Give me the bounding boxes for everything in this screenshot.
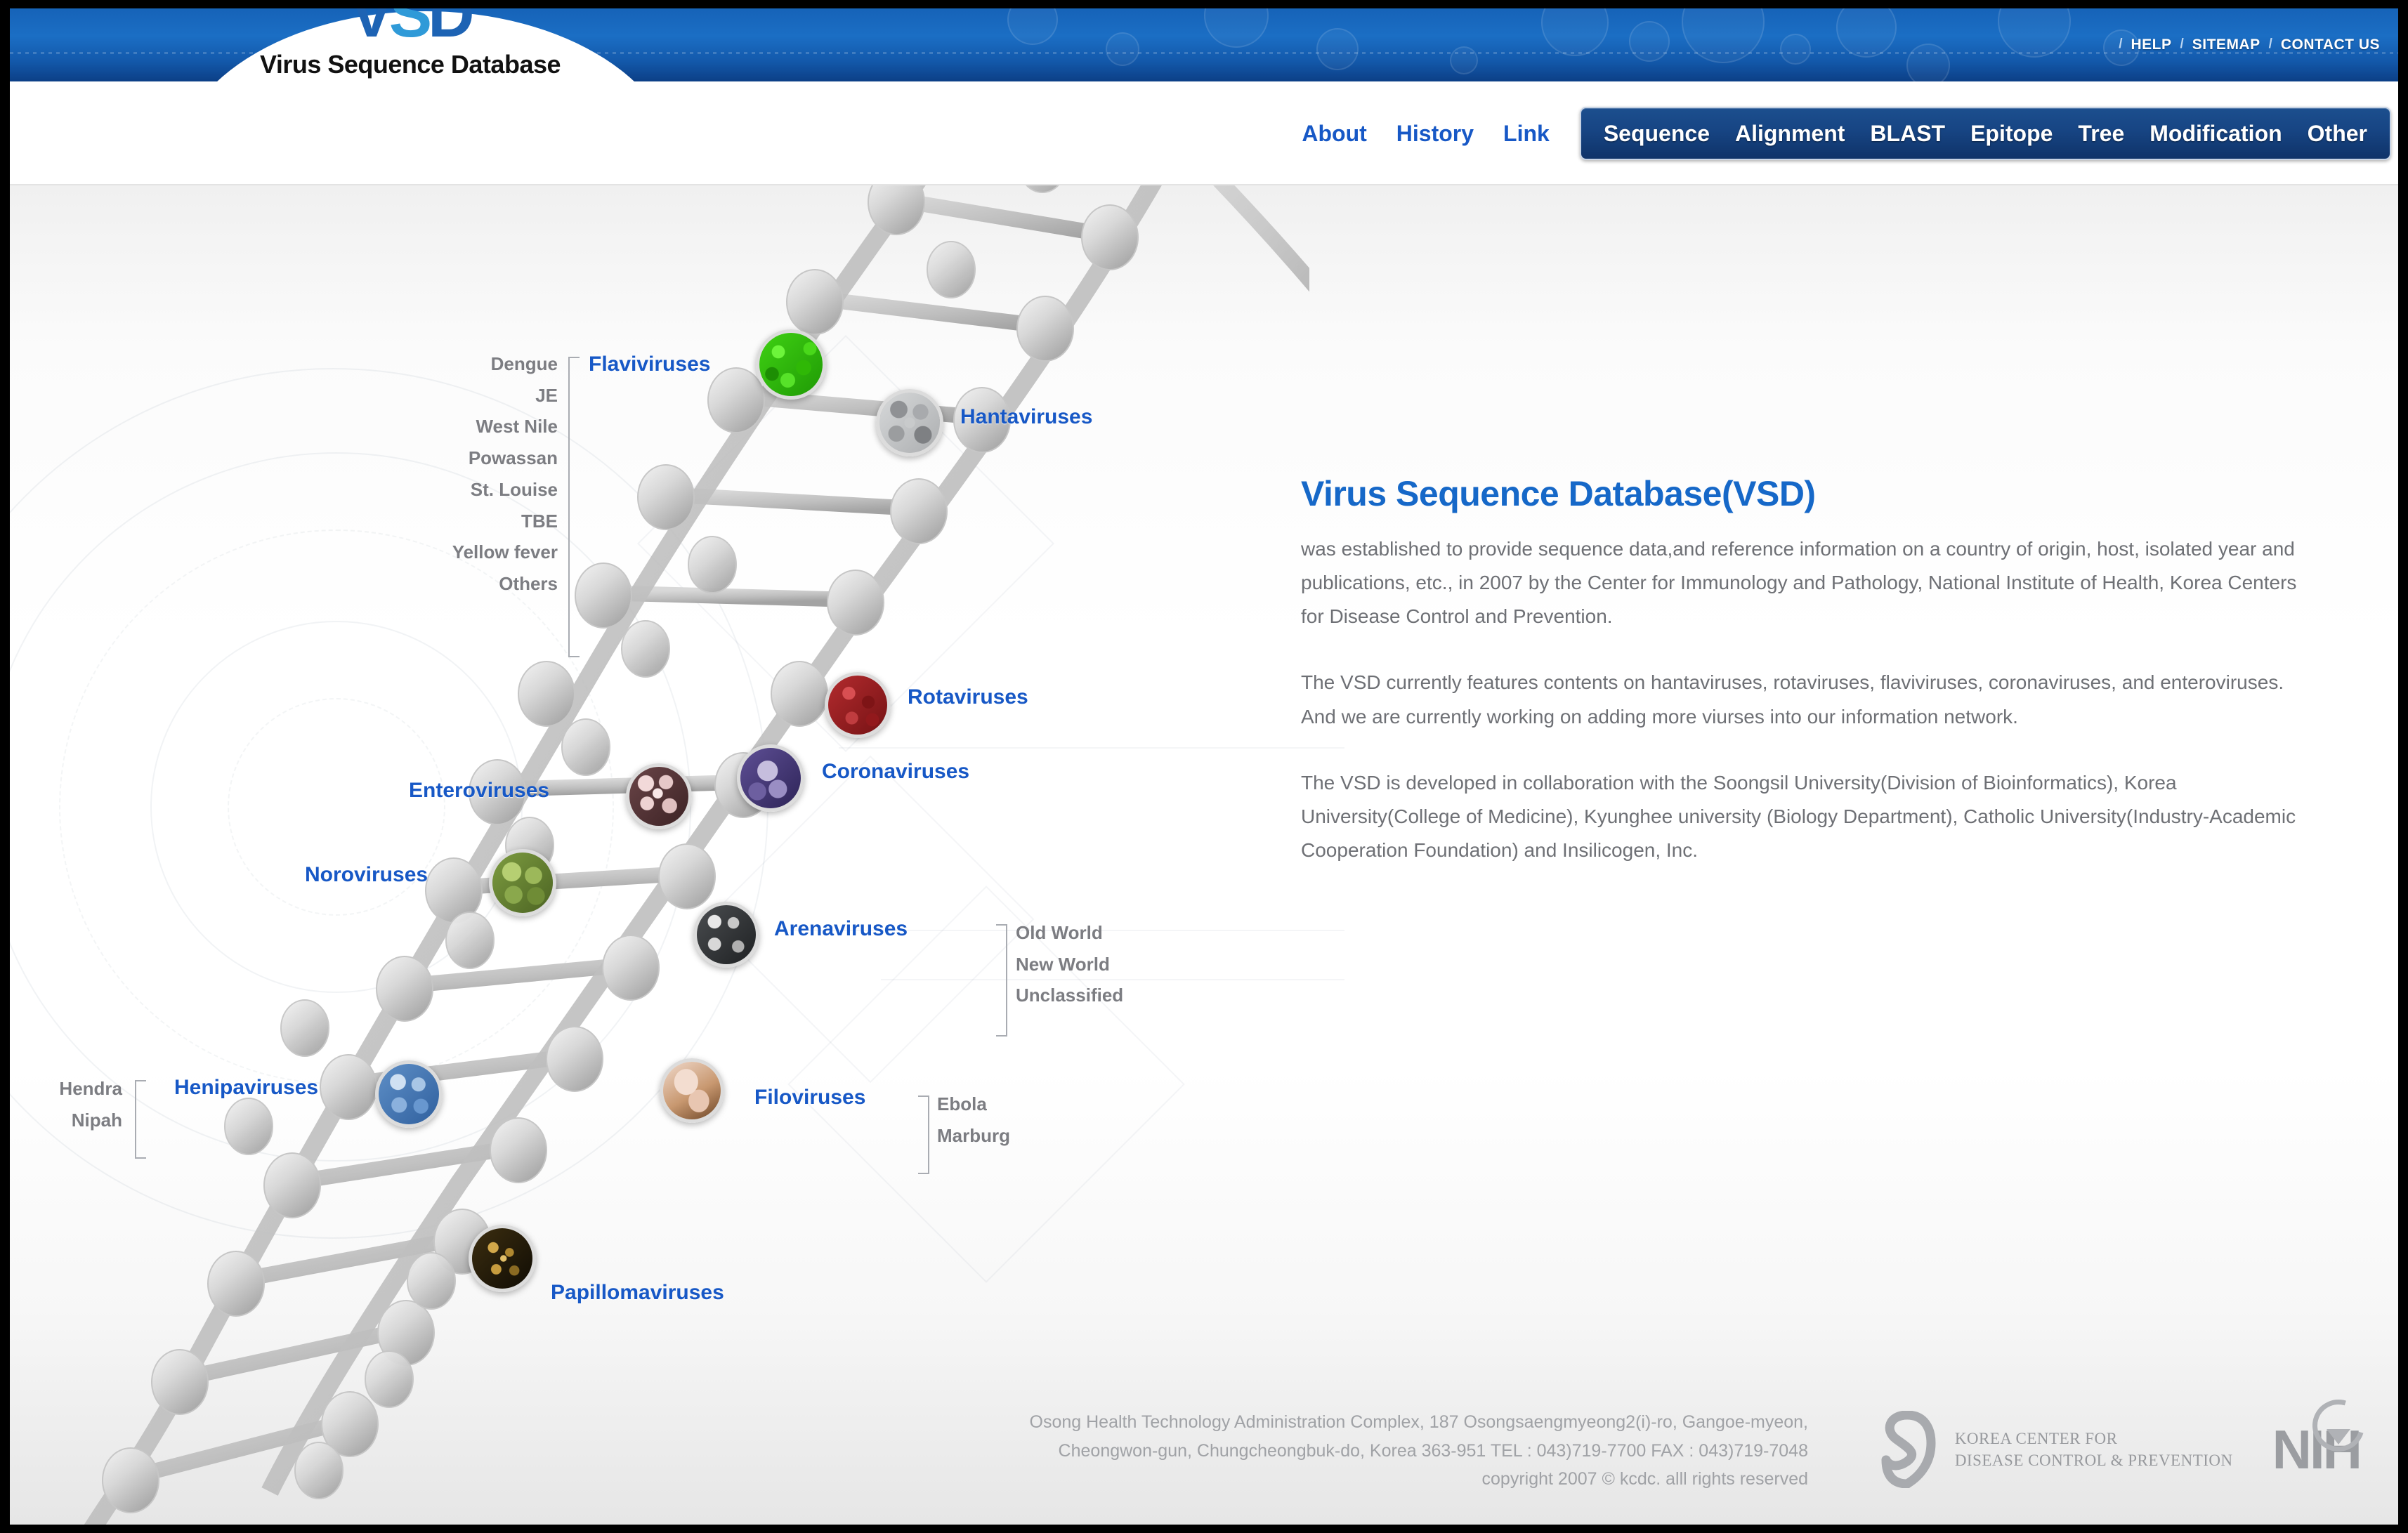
virus-label-rotaviruses[interactable]: Rotaviruses xyxy=(908,685,1028,709)
nih-triangle-icon xyxy=(2327,1428,2350,1445)
list-item: Others xyxy=(499,573,558,595)
flaviviruses-bracket xyxy=(568,357,580,657)
virus-node-noroviruses[interactable] xyxy=(489,849,556,916)
logo-wordmark: Virus Sequence Database xyxy=(259,50,561,79)
list-item: Powassan xyxy=(468,447,558,469)
list-item: Yellow fever xyxy=(452,541,558,563)
virus-label-coronaviruses[interactable]: Coronaviruses xyxy=(822,760,969,784)
virus-texture xyxy=(697,905,756,964)
virus-label-enteroviruses[interactable]: Enteroviruses xyxy=(409,779,549,803)
filoviruses-member-list: Ebola Marburg xyxy=(937,1088,1010,1151)
virus-texture xyxy=(879,393,940,453)
virus-texture xyxy=(740,748,801,808)
kcdc-wordmark: KOREA CENTER FOR DISEASE CONTROL & PREVE… xyxy=(1955,1428,2233,1471)
filoviruses-bracket xyxy=(918,1096,929,1174)
virus-texture xyxy=(472,1228,532,1289)
list-item: Unclassified xyxy=(1016,985,1124,1006)
henipaviruses-bracket xyxy=(135,1080,146,1159)
arenaviruses-member-list: Old World New World Unclassified xyxy=(1016,917,1123,1011)
virus-label-filoviruses[interactable]: Filoviruses xyxy=(754,1086,865,1110)
virus-texture xyxy=(629,767,688,826)
intro-paragraph-3: The VSD is developed in collaboration wi… xyxy=(1301,771,2296,862)
virus-texture xyxy=(492,853,553,913)
virus-label-arenaviruses[interactable]: Arenaviruses xyxy=(774,917,908,941)
footer-copyright: copyright 2007 © kcdc. alll rights reser… xyxy=(1481,1469,1808,1489)
nav-tab-modification[interactable]: Modification xyxy=(2137,121,2294,147)
arenaviruses-bracket xyxy=(996,924,1007,1037)
nav-tab-sequence[interactable]: Sequence xyxy=(1591,121,1722,147)
nav-link-link[interactable]: Link xyxy=(1503,121,1550,147)
virus-node-arenaviruses[interactable] xyxy=(693,902,759,968)
logo-mark: VSD xyxy=(350,8,474,51)
nav-link-history[interactable]: History xyxy=(1396,121,1474,147)
virus-node-papillomaviruses[interactable] xyxy=(469,1225,536,1292)
utility-nav: / HELP / SITEMAP / CONTACT US xyxy=(2110,8,2380,81)
virus-node-rotaviruses[interactable] xyxy=(825,672,891,738)
nav-tab-epitope[interactable]: Epitope xyxy=(1958,121,2065,147)
list-item: JE xyxy=(535,384,558,406)
footer-address-line-1: Osong Health Technology Administration C… xyxy=(1029,1412,1808,1432)
kcdc-line-2: DISEASE CONTROL & PREVENTION xyxy=(1954,1452,2233,1469)
list-item: Old World xyxy=(1016,922,1103,943)
virus-texture xyxy=(759,333,823,396)
virus-node-hantaviruses[interactable] xyxy=(876,389,943,456)
nav-separator: / xyxy=(2180,37,2184,51)
virus-label-noroviruses[interactable]: Noroviruses xyxy=(305,863,428,887)
nav-tab-alignment[interactable]: Alignment xyxy=(1722,121,1857,147)
virus-node-filoviruses[interactable] xyxy=(660,1058,724,1123)
list-item: West Nile xyxy=(476,416,558,437)
flaviviruses-member-list: Dengue JE West Nile Powassan St. Louise … xyxy=(277,348,558,600)
main-content: Flaviviruses Hantaviruses Rotaviruses Co… xyxy=(10,185,2398,1525)
kcdc-symbol-icon xyxy=(1875,1410,1939,1489)
footer-address-line-2: Cheongwon-gun, Chungcheongbuk-do, Korea … xyxy=(1058,1440,1808,1461)
nav-tab-blast[interactable]: BLAST xyxy=(1857,121,1958,147)
list-item: Hendra xyxy=(59,1078,122,1099)
virus-label-papillomaviruses[interactable]: Papillomaviruses xyxy=(551,1281,724,1305)
site-footer: Osong Health Technology Administration C… xyxy=(10,1384,2398,1525)
page-title: Virus Sequence Database(VSD) xyxy=(1301,474,1816,513)
kcdc-line-1: KOREA CENTER FOR xyxy=(1954,1429,2118,1447)
footer-logos: KOREA CENTER FOR DISEASE CONTROL & PREVE… xyxy=(1875,1390,2374,1489)
page-root: / HELP / SITEMAP / CONTACT US VSD Virus … xyxy=(10,8,2398,1525)
list-item: St. Louise xyxy=(470,478,558,500)
site-logo[interactable]: VSD Virus Sequence Database xyxy=(221,8,600,79)
virus-texture xyxy=(663,1062,721,1119)
nav-separator: / xyxy=(2119,37,2123,51)
virus-label-flaviviruses[interactable]: Flaviviruses xyxy=(589,353,710,376)
utility-link-contact-us[interactable]: CONTACT US xyxy=(2281,37,2380,53)
list-item: Nipah xyxy=(71,1109,122,1131)
virus-texture xyxy=(379,1064,439,1124)
main-nav: About History Link Sequence Alignment BL… xyxy=(1287,81,2398,185)
virus-node-enteroviruses[interactable] xyxy=(626,763,692,829)
nav-tab-other[interactable]: Other xyxy=(2295,121,2380,147)
henipaviruses-member-list: Hendra Nipah xyxy=(10,1073,122,1136)
nav-separator: / xyxy=(2268,37,2272,51)
utility-link-sitemap[interactable]: SITEMAP xyxy=(2192,37,2260,53)
list-item: Dengue xyxy=(490,353,558,374)
virus-node-henipaviruses[interactable] xyxy=(375,1060,443,1128)
list-item: Ebola xyxy=(937,1093,987,1114)
virus-node-coronaviruses[interactable] xyxy=(737,744,804,812)
nav-link-about[interactable]: About xyxy=(1302,121,1366,147)
list-item: TBE xyxy=(521,510,558,532)
virus-texture xyxy=(828,676,887,735)
utility-link-help[interactable]: HELP xyxy=(2131,37,2171,53)
footer-address: Osong Health Technology Administration C… xyxy=(628,1408,1808,1494)
nav-panel: Sequence Alignment BLAST Epitope Tree Mo… xyxy=(1579,107,2391,160)
virus-label-hantaviruses[interactable]: Hantaviruses xyxy=(960,405,1092,429)
list-item: Marburg xyxy=(937,1124,1010,1146)
virus-label-henipaviruses[interactable]: Henipaviruses xyxy=(174,1076,318,1100)
nih-logo[interactable]: NIH xyxy=(2272,1390,2374,1482)
kcdc-logo[interactable]: KOREA CENTER FOR DISEASE CONTROL & PREVE… xyxy=(1875,1410,2233,1489)
intro-text-column: Virus Sequence Database(VSD) was establi… xyxy=(1301,473,2319,900)
dna-helix-illustration xyxy=(84,185,1309,1525)
virus-node-flaviviruses[interactable] xyxy=(756,329,826,400)
nav-tab-tree[interactable]: Tree xyxy=(2065,121,2137,147)
list-item: New World xyxy=(1016,953,1110,975)
intro-paragraph-2: The VSD currently features contents on h… xyxy=(1301,671,2284,728)
intro-paragraph-1: was established to provide sequence data… xyxy=(1301,538,2297,628)
